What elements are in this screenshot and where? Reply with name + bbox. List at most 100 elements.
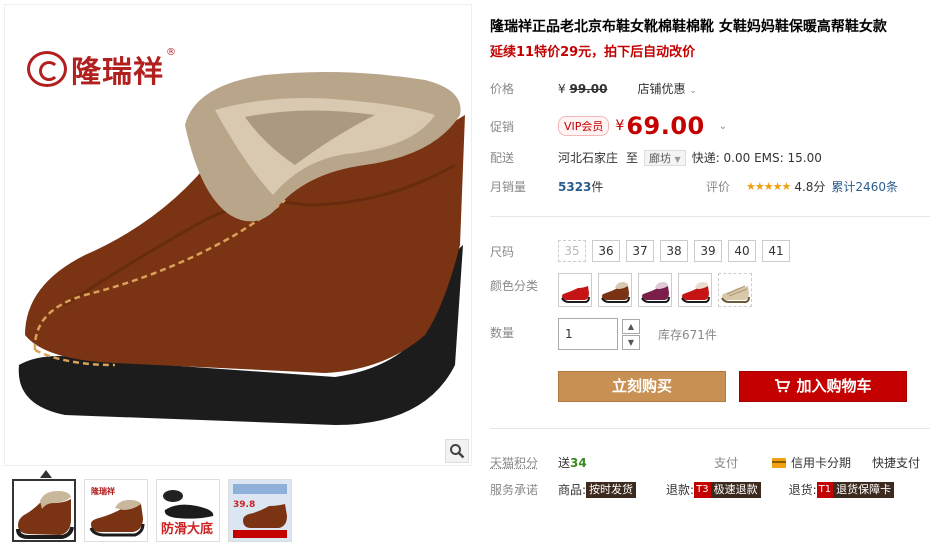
price-row: 价格 ¥ 99.00 店铺优惠 ⌄ — [490, 80, 697, 97]
size-option[interactable]: 39 — [694, 240, 722, 262]
promo-label: 促销 — [490, 119, 515, 134]
size-option[interactable]: 38 — [660, 240, 688, 262]
installment-label: 信用卡分期 — [791, 456, 852, 470]
payment-label: 支付 — [714, 456, 739, 470]
service-label: 服务承诺 — [490, 483, 539, 497]
tmall-points-label[interactable]: 天猫积分 — [490, 454, 558, 471]
destination-value: 廊坊 — [649, 151, 672, 165]
return-guarantee-tag[interactable]: 退货保障卡 — [833, 481, 895, 498]
goods-label: 商品: — [558, 483, 587, 497]
fast-refund-tag[interactable]: 极速退款 — [710, 481, 761, 498]
size-label: 尺码 — [490, 244, 515, 259]
color-swatch-red[interactable] — [558, 273, 592, 307]
increment-button[interactable]: ▲ — [622, 318, 640, 334]
thumb-shoe-image — [16, 491, 74, 539]
magnifier-icon — [450, 444, 465, 459]
size-row: 尺码 35 36 37 38 39 40 41 — [490, 240, 790, 262]
cart-icon — [775, 379, 791, 393]
quantity-label: 数量 — [490, 326, 515, 340]
ship-from: 河北石家庄 — [558, 151, 619, 165]
color-label: 颜色分类 — [490, 279, 539, 293]
store-promo-dropdown[interactable]: 店铺优惠 ⌄ — [637, 80, 696, 97]
monthly-sales-unit: 件 — [591, 180, 604, 194]
thumbnail-4[interactable]: 39.8 — [228, 479, 292, 542]
sales-row: 月销量 5323 件 评价 ★★★★★ 4.8分 累计2460条 — [490, 178, 930, 195]
promo-row: 促销 VIP会员 ¥ 69.00 ⌄ — [490, 112, 727, 140]
destination-select[interactable]: 廊坊 ▼ — [644, 149, 686, 166]
dragon-seal-icon — [27, 51, 67, 87]
stock-count: 库存671件 — [658, 327, 717, 342]
buy-now-button[interactable]: 立刻购买 — [558, 371, 726, 402]
zoom-button[interactable] — [445, 439, 469, 463]
active-thumb-arrow-icon — [40, 470, 52, 478]
thumbnail-strip: 隆瑞祥 防滑大底 39.8 — [12, 479, 292, 542]
original-price-value: 99.00 — [569, 81, 608, 96]
color-swatch-red-fur[interactable] — [678, 273, 712, 307]
size-options: 35 36 37 38 39 40 41 — [558, 240, 790, 262]
quantity-input[interactable] — [558, 318, 618, 350]
size-option: 35 — [558, 240, 586, 262]
divider — [490, 216, 930, 217]
points-number: 34 — [570, 456, 587, 470]
vip-badge: VIP会员 — [558, 116, 610, 136]
thumb-promo-image — [233, 484, 287, 538]
monthly-sales-count: 5323 — [558, 179, 592, 194]
thumbnail-1[interactable] — [12, 479, 76, 542]
thumbnail-2[interactable]: 隆瑞祥 — [84, 479, 148, 542]
thumb-caption: 防滑大底 — [161, 522, 214, 537]
rating-label: 评价 — [706, 180, 731, 194]
product-title: 隆瑞祥正品老北京布鞋女靴棉鞋棉靴 女鞋妈妈鞋保暖高帮鞋女款 — [490, 19, 887, 35]
brand-name: 隆瑞祥 — [71, 55, 164, 90]
return-t-badge: T1 — [816, 481, 834, 498]
thumbnail-3[interactable]: 防滑大底 — [156, 479, 220, 542]
chevron-down-icon: ⌄ — [689, 86, 697, 96]
points-value: 送34 — [558, 454, 587, 471]
main-product-image[interactable]: 隆瑞祥 ® — [4, 4, 472, 466]
color-row: 颜色分类 — [490, 273, 752, 307]
installment-link[interactable]: 信用卡分期 — [772, 454, 851, 471]
brown-shoe-swatch-image — [601, 282, 630, 303]
decrement-button[interactable]: ▼ — [622, 334, 640, 350]
current-price: 69.00 — [626, 112, 705, 140]
divider — [490, 428, 930, 429]
points-prefix: 送 — [558, 456, 571, 470]
original-price: ¥ 99.00 — [558, 82, 607, 96]
red-shoe-swatch-image — [561, 286, 590, 303]
add-to-cart-button[interactable]: 加入购物车 — [739, 371, 907, 402]
quick-pay-link[interactable]: 快捷支付 — [872, 454, 920, 471]
service-row: 服务承诺 商品: 按时发货 退款: T3 极速退款 退货: T1 退货保障卡 — [490, 481, 895, 498]
points-row: 天猫积分 送34 支付 信用卡分期 快捷支付 — [490, 454, 930, 471]
color-swatches — [558, 273, 752, 307]
shipping-label: 配送 — [490, 151, 515, 165]
brand-logo: 隆瑞祥 ® — [27, 47, 176, 91]
store-promo-label: 店铺优惠 — [637, 82, 686, 96]
color-swatch-purple[interactable] — [638, 273, 672, 307]
product-subtitle: 延续11特价29元，拍下后自动改价 — [490, 45, 696, 60]
thumb-shoe-image — [89, 500, 145, 537]
thumb-caption: 39.8 — [233, 500, 256, 510]
color-swatch-beige — [718, 273, 752, 307]
size-option[interactable]: 37 — [626, 240, 654, 262]
refund-t-badge: T3 — [694, 481, 711, 498]
price-label: 价格 — [490, 82, 515, 96]
color-swatch-brown[interactable] — [598, 273, 632, 307]
credit-card-icon — [772, 457, 786, 468]
review-count-link[interactable]: 累计2460条 — [831, 178, 898, 195]
price-chevron-down-icon[interactable]: ⌄ — [719, 121, 727, 132]
size-option[interactable]: 36 — [592, 240, 620, 262]
red-fur-shoe-swatch-image — [681, 282, 710, 303]
size-option[interactable]: 40 — [728, 240, 756, 262]
size-option[interactable]: 41 — [762, 240, 790, 262]
yen-symbol: ¥ — [615, 118, 625, 134]
price-panel: 价格 ¥ 99.00 店铺优惠 ⌄ 促销 VIP会员 ¥ 69.00 ⌄ 配送 … — [490, 72, 930, 206]
quantity-stepper: ▲ ▼ — [622, 318, 640, 350]
on-time-ship-tag[interactable]: 按时发货 — [586, 481, 637, 498]
shipping-fee: 快递: 0.00 EMS: 15.00 — [691, 151, 822, 165]
purple-shoe-swatch-image — [641, 282, 670, 303]
beige-shoe-swatch-image — [721, 285, 750, 303]
rating-summary: 评价 ★★★★★ 4.8分 累计2460条 — [706, 178, 898, 195]
add-to-cart-label: 加入购物车 — [796, 377, 872, 395]
return-label: 退货: — [788, 483, 817, 497]
product-gallery: 隆瑞祥 ® 隆瑞祥 防滑大底 39.8 — [0, 0, 472, 554]
quantity-row: 数量 ▲ ▼ 库存671件 — [490, 318, 717, 350]
